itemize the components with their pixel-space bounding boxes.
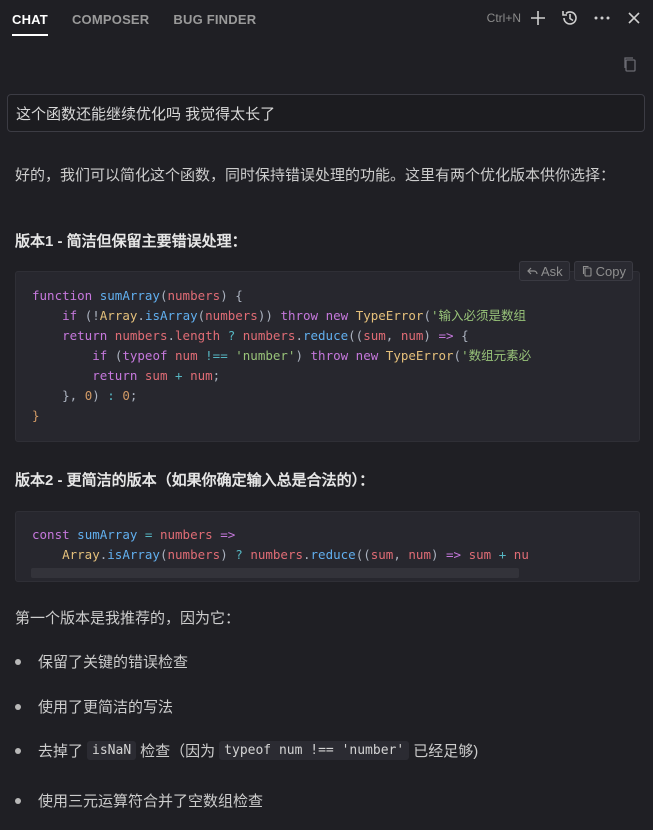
version1-heading: 版本1 - 简洁但保留主要错误处理： [15, 233, 247, 250]
bullet-dot [15, 747, 21, 754]
header-actions: Ctrl+N [487, 7, 645, 29]
code2-tail: nu [513, 547, 529, 562]
assistant-intro: 好的，我们可以简化这个函数，同时保持错误处理的功能。这里有两个优化版本供你选择： [15, 167, 616, 184]
close-icon[interactable] [623, 7, 645, 29]
history-icon[interactable] [559, 7, 581, 29]
bullet-text: 保留了关键的错误检查 [38, 654, 189, 671]
tab-bug-finder[interactable]: BUG FINDER [173, 12, 256, 27]
inline-code: isNaN [87, 741, 137, 760]
bullet-dot [15, 658, 21, 665]
user-message[interactable]: 这个函数还能继续优化吗 我觉得太长了 [7, 94, 645, 132]
inline-code: typeof num !== 'number' [219, 741, 410, 760]
error-string-1: '输入必须是数组 [430, 308, 526, 323]
bullet-text: 检查（因为 [140, 743, 216, 760]
list-item: 保留了关键的错误检查 [15, 651, 188, 672]
list-item: 去掉了 isNaN 检查（因为 typeof num !== 'number' … [15, 740, 478, 761]
copy-label: Copy [595, 263, 627, 279]
bullet-dot [15, 797, 21, 804]
recommend-text: 第一个版本是我推荐的，因为它： [15, 610, 241, 627]
plus-icon[interactable] [527, 7, 549, 29]
ask-button[interactable]: Ask [519, 261, 570, 281]
copy-message-icon[interactable] [621, 55, 639, 73]
ask-label: Ask [541, 263, 563, 279]
error-string-2: '数组元素必 [461, 348, 532, 363]
code-horizontal-scrollbar[interactable] [31, 568, 519, 578]
version2-heading: 版本2 - 更简洁的版本（如果你确定输入总是合法的）： [15, 472, 375, 489]
tab-composer[interactable]: COMPOSER [72, 12, 149, 27]
bullet-dot [15, 703, 21, 710]
copy-code-button[interactable]: Copy [573, 261, 634, 281]
reply-icon [527, 267, 538, 275]
bullet-text: 已经足够) [413, 743, 479, 760]
bullet-text: 去掉了 [38, 743, 84, 760]
copy-icon [582, 265, 592, 277]
code-actions: Ask Copy [519, 261, 634, 281]
tab-chat[interactable]: CHAT [12, 12, 48, 36]
tab-bar: CHAT COMPOSER BUG FINDER Ctrl+N [0, 0, 653, 38]
code-block-1: function sumArray(numbers) { if (!Array.… [15, 271, 640, 442]
user-message-text: 这个函数还能继续优化吗 我觉得太长了 [16, 105, 276, 123]
new-chat-shortcut: Ctrl+N [486, 11, 521, 25]
list-item: 使用三元运算符合并了空数组检查 [15, 790, 263, 811]
list-item: 使用了更简洁的写法 [15, 696, 173, 717]
more-icon[interactable] [591, 7, 613, 29]
bullet-text: 使用了更简洁的写法 [38, 699, 174, 716]
bullet-text: 使用三元运算符合并了空数组检查 [38, 793, 264, 810]
